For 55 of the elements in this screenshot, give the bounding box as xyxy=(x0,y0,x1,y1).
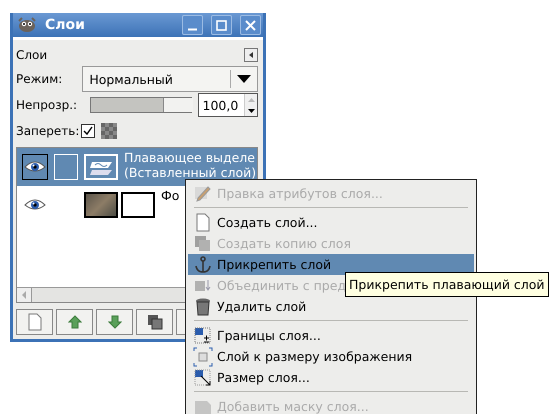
layer-size-icon xyxy=(194,369,210,385)
menu-item[interactable]: Размер слоя... xyxy=(188,367,312,388)
maximize-icon xyxy=(216,20,227,30)
up-arrow-icon xyxy=(68,315,82,329)
maximize-button[interactable] xyxy=(211,15,232,35)
lock-checkbox[interactable] xyxy=(81,124,96,138)
layer-name: Плавающее выделе xyxy=(124,150,256,165)
trash-icon xyxy=(196,298,210,315)
layer-name: Фо xyxy=(161,188,180,203)
checkmark-icon xyxy=(83,126,94,136)
mode-dropdown[interactable]: Нормальный xyxy=(82,66,258,92)
minimize-button[interactable] xyxy=(182,15,203,35)
page-icon xyxy=(196,213,210,231)
menu-item[interactable]: Создать слой... xyxy=(188,212,320,233)
opacity-slider[interactable] xyxy=(90,97,192,113)
pencil-icon xyxy=(195,186,211,202)
eye-icon[interactable] xyxy=(24,160,46,174)
mode-label: Режим: xyxy=(16,72,62,86)
opacity-label: Непрозр.: xyxy=(16,98,78,112)
menu-item[interactable]: Прикрепить слой xyxy=(188,254,474,275)
page-icon xyxy=(28,313,42,331)
copy-icon xyxy=(146,314,162,330)
menu-item[interactable]: Границы слоя... xyxy=(188,325,323,346)
minimize-icon xyxy=(187,28,198,30)
layer-row[interactable]: Плавающее выделе (Вставленный слой) xyxy=(17,148,257,186)
anchor-icon xyxy=(195,256,211,272)
dropdown-arrow-icon xyxy=(237,74,251,84)
lock-label: Запереть: xyxy=(16,124,80,138)
panel-title: Слои xyxy=(16,48,48,62)
close-button[interactable] xyxy=(240,15,261,35)
spin-down-icon[interactable] xyxy=(248,108,254,112)
slider-thumb[interactable] xyxy=(163,98,194,112)
mask-icon xyxy=(195,400,211,414)
opacity-spinbox[interactable]: 100,0 xyxy=(198,93,258,117)
fit-to-image-icon xyxy=(194,347,212,366)
checkerboard-icon xyxy=(101,123,118,139)
down-arrow-icon xyxy=(108,315,122,329)
raise-layer-button[interactable] xyxy=(56,309,93,335)
layer-bounds-icon xyxy=(194,327,210,343)
new-layer-button[interactable] xyxy=(16,309,53,335)
lower-layer-button[interactable] xyxy=(96,309,133,335)
copy-icon xyxy=(195,236,210,250)
tooltip: Прикрепить плавающий слой xyxy=(345,272,549,297)
window-title: Слои xyxy=(45,17,86,33)
panel-menu-button[interactable] xyxy=(244,48,258,62)
mascot-icon xyxy=(17,17,37,33)
close-icon xyxy=(245,20,256,30)
photo-placeholder xyxy=(84,192,118,218)
menu-item[interactable]: Удалить слой xyxy=(188,296,308,317)
triangle-icon xyxy=(247,51,255,59)
merge-icon xyxy=(195,279,210,290)
layer-subtitle: (Вставленный слой) xyxy=(124,165,256,180)
duplicate-layer-button[interactable] xyxy=(136,309,173,335)
eye-icon[interactable] xyxy=(24,198,46,212)
menu-item[interactable]: Слой к размеру изображения xyxy=(188,346,414,367)
